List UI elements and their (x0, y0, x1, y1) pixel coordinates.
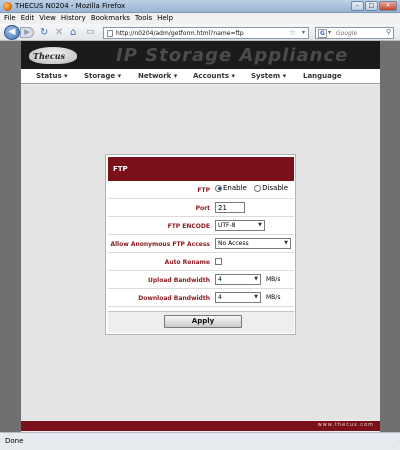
chevron-down-icon: ▼ (258, 222, 262, 228)
main-nav: Status ▾ Storage ▾ Network ▾ Accounts ▾ … (21, 69, 380, 84)
chevron-down-icon: ▼ (254, 294, 258, 300)
button-bar: Apply (108, 311, 294, 333)
download-label: Download Bandwidth (138, 295, 210, 302)
status-bar: Done ⋰ (0, 432, 400, 450)
chevron-down-icon: ▼ (254, 276, 258, 282)
back-icon[interactable]: ◀ (4, 25, 20, 40)
ftp-label: FTP (197, 187, 210, 194)
maximize-button[interactable]: □ (365, 1, 378, 11)
menu-bookmarks[interactable]: Bookmarks (91, 13, 130, 24)
nav-accounts[interactable]: Accounts ▾ (193, 72, 235, 80)
enable-label: Enable (223, 184, 247, 192)
status-text: Done (5, 437, 24, 445)
search-input[interactable] (336, 29, 384, 38)
download-unit: MB/s (266, 294, 281, 301)
nav-system[interactable]: System ▾ (251, 72, 286, 80)
ftp-panel: FTP FTP Enable Disable Port FTP (105, 154, 296, 335)
page-viewport: Thecus IP Storage Appliance Status ▾ Sto… (0, 41, 400, 432)
enable-radio[interactable] (215, 184, 222, 192)
page-icon: ▭ (86, 27, 95, 37)
reload-icon[interactable]: ↻ (40, 27, 48, 38)
home-icon[interactable]: ⌂ (70, 27, 76, 38)
port-label: Port (195, 205, 210, 212)
menu-view[interactable]: View (39, 13, 56, 24)
port-row: Port (108, 200, 294, 217)
menubar: File Edit View History Bookmarks Tools H… (0, 13, 400, 24)
download-select[interactable]: 4 ▼ (215, 292, 261, 303)
upload-select[interactable]: 4 ▼ (215, 274, 261, 285)
encode-label: FTP ENCODE (167, 223, 210, 230)
panel-title: FTP (113, 165, 128, 173)
encode-control: UTF-8 ▼ (215, 220, 265, 232)
encode-row: FTP ENCODE UTF-8 ▼ (108, 218, 294, 235)
disable-label: Disable (262, 184, 289, 192)
ftp-row: FTP Enable Disable (108, 182, 294, 199)
anonymous-label: Allow Anonymous FTP Access (110, 241, 210, 248)
nav-language[interactable]: Language (303, 72, 342, 80)
anonymous-control: No Access ▼ (215, 238, 291, 250)
download-control: 4 ▼ MB/s (215, 292, 280, 304)
search-bar[interactable]: G ▾ ⚲ (315, 27, 394, 39)
chevron-down-icon: ▼ (284, 240, 288, 246)
nav-status[interactable]: Status ▾ (36, 72, 68, 80)
nav-network[interactable]: Network ▾ (138, 72, 177, 80)
menu-edit[interactable]: Edit (21, 13, 35, 24)
port-input[interactable] (215, 202, 245, 213)
upload-label: Upload Bandwidth (147, 277, 210, 284)
anonymous-row: Allow Anonymous FTP Access No Access ▼ (108, 236, 294, 253)
search-engine-dropdown-icon[interactable]: ▾ (328, 29, 331, 36)
app-title: IP Storage Appliance (116, 45, 349, 66)
menu-tools[interactable]: Tools (135, 13, 152, 24)
logo-text: Thecus (33, 51, 66, 61)
history-dropdown-icon[interactable]: ▾ (302, 29, 305, 36)
upload-row: Upload Bandwidth 4 ▼ MB/s (108, 272, 294, 289)
anonymous-select[interactable]: No Access ▼ (215, 238, 291, 249)
window-controls: – □ ✕ (351, 1, 397, 11)
site-header: Thecus IP Storage Appliance (21, 41, 380, 69)
apply-button[interactable]: Apply (164, 315, 242, 328)
search-engine-icon[interactable]: G (318, 29, 327, 38)
nav-storage[interactable]: Storage ▾ (84, 72, 121, 80)
minimize-button[interactable]: – (351, 1, 364, 11)
window-titlebar: THECUS N0204 - Mozilla Firefox – □ ✕ (0, 0, 400, 13)
close-button[interactable]: ✕ (379, 1, 397, 11)
content-area: FTP FTP Enable Disable Port FTP (21, 85, 380, 420)
autorename-control (215, 256, 222, 268)
url-text[interactable]: http://n0204/adm/getform.html?name=ftp (116, 29, 244, 38)
stop-icon[interactable]: ✕ (55, 27, 63, 38)
web-page: Thecus IP Storage Appliance Status ▾ Sto… (21, 41, 380, 432)
menu-file[interactable]: File (4, 13, 16, 24)
resize-grip-icon[interactable]: ⋰ (392, 441, 398, 448)
bookmark-star-icon[interactable]: ☆ (289, 28, 296, 37)
firefox-icon (3, 2, 12, 11)
navigation-toolbar: ◀ ▶ ↻ ✕ ⌂ ▭ http://n0204/adm/getform.htm… (0, 24, 400, 41)
thecus-logo: Thecus (29, 47, 77, 64)
port-control (215, 202, 245, 214)
site-icon (107, 30, 113, 37)
autorename-label: Auto Rename (164, 259, 210, 266)
download-row: Download Bandwidth 4 ▼ MB/s (108, 290, 294, 307)
footer-url[interactable]: www.thecus.com (318, 422, 374, 428)
panel-header: FTP (108, 157, 294, 181)
ftp-radio-group: Enable Disable (215, 184, 293, 196)
autorename-row: Auto Rename (108, 254, 294, 271)
upload-unit: MB/s (266, 276, 281, 283)
autorename-checkbox[interactable] (215, 258, 222, 265)
site-footer: www.thecus.com (21, 421, 380, 431)
window-title: THECUS N0204 - Mozilla Firefox (15, 2, 126, 10)
search-icon[interactable]: ⚲ (386, 28, 391, 36)
upload-control: 4 ▼ MB/s (215, 274, 280, 286)
address-bar[interactable]: http://n0204/adm/getform.html?name=ftp ☆… (103, 27, 309, 39)
disable-radio[interactable] (254, 184, 262, 192)
encode-select[interactable]: UTF-8 ▼ (215, 220, 265, 231)
forward-icon[interactable]: ▶ (20, 27, 34, 38)
menu-help[interactable]: Help (157, 13, 173, 24)
menu-history[interactable]: History (61, 13, 86, 24)
